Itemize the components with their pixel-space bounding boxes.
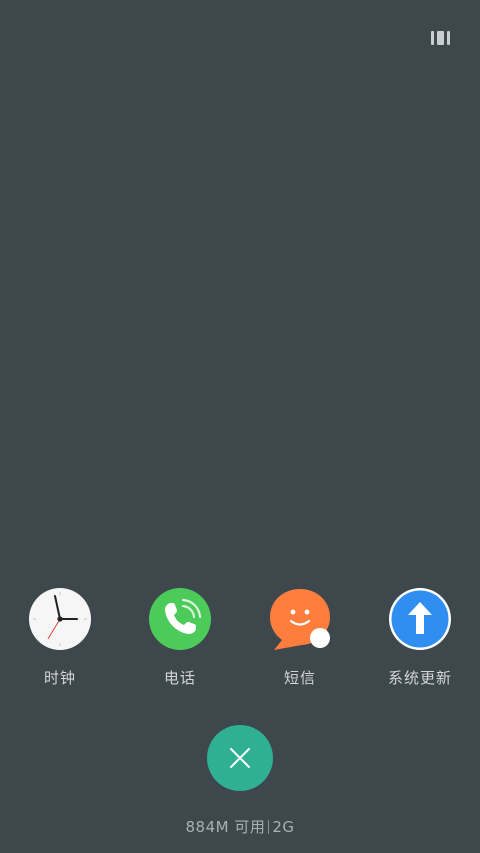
- recent-apps-row: 时钟 电话 短信 系统更新: [0, 588, 480, 698]
- view-toggle-icon-part: [437, 31, 444, 45]
- memory-separator: [268, 820, 270, 834]
- message-icon: [269, 588, 331, 650]
- app-label-phone: 电话: [163, 669, 196, 687]
- view-toggle-icon: [431, 31, 434, 45]
- app-label-clock: 时钟: [43, 669, 76, 687]
- app-label-system-update: 系统更新: [387, 669, 452, 687]
- clock-icon: [29, 588, 91, 650]
- view-toggle-icon-part: [447, 31, 450, 45]
- memory-available: 884M 可用: [185, 818, 266, 836]
- phone-icon: [149, 588, 211, 650]
- update-arrow-icon: [389, 588, 451, 650]
- app-clock[interactable]: 时钟: [0, 588, 120, 688]
- memory-total: 2G: [272, 818, 295, 836]
- view-toggle-button[interactable]: [431, 31, 450, 45]
- app-system-update[interactable]: 系统更新: [360, 588, 480, 688]
- memory-status: 884M 可用 2G: [0, 816, 480, 837]
- close-all-button[interactable]: [207, 725, 273, 791]
- app-phone[interactable]: 电话: [120, 588, 240, 688]
- app-messages[interactable]: 短信: [240, 588, 360, 688]
- app-label-messages: 短信: [283, 669, 316, 687]
- close-icon: [230, 748, 250, 768]
